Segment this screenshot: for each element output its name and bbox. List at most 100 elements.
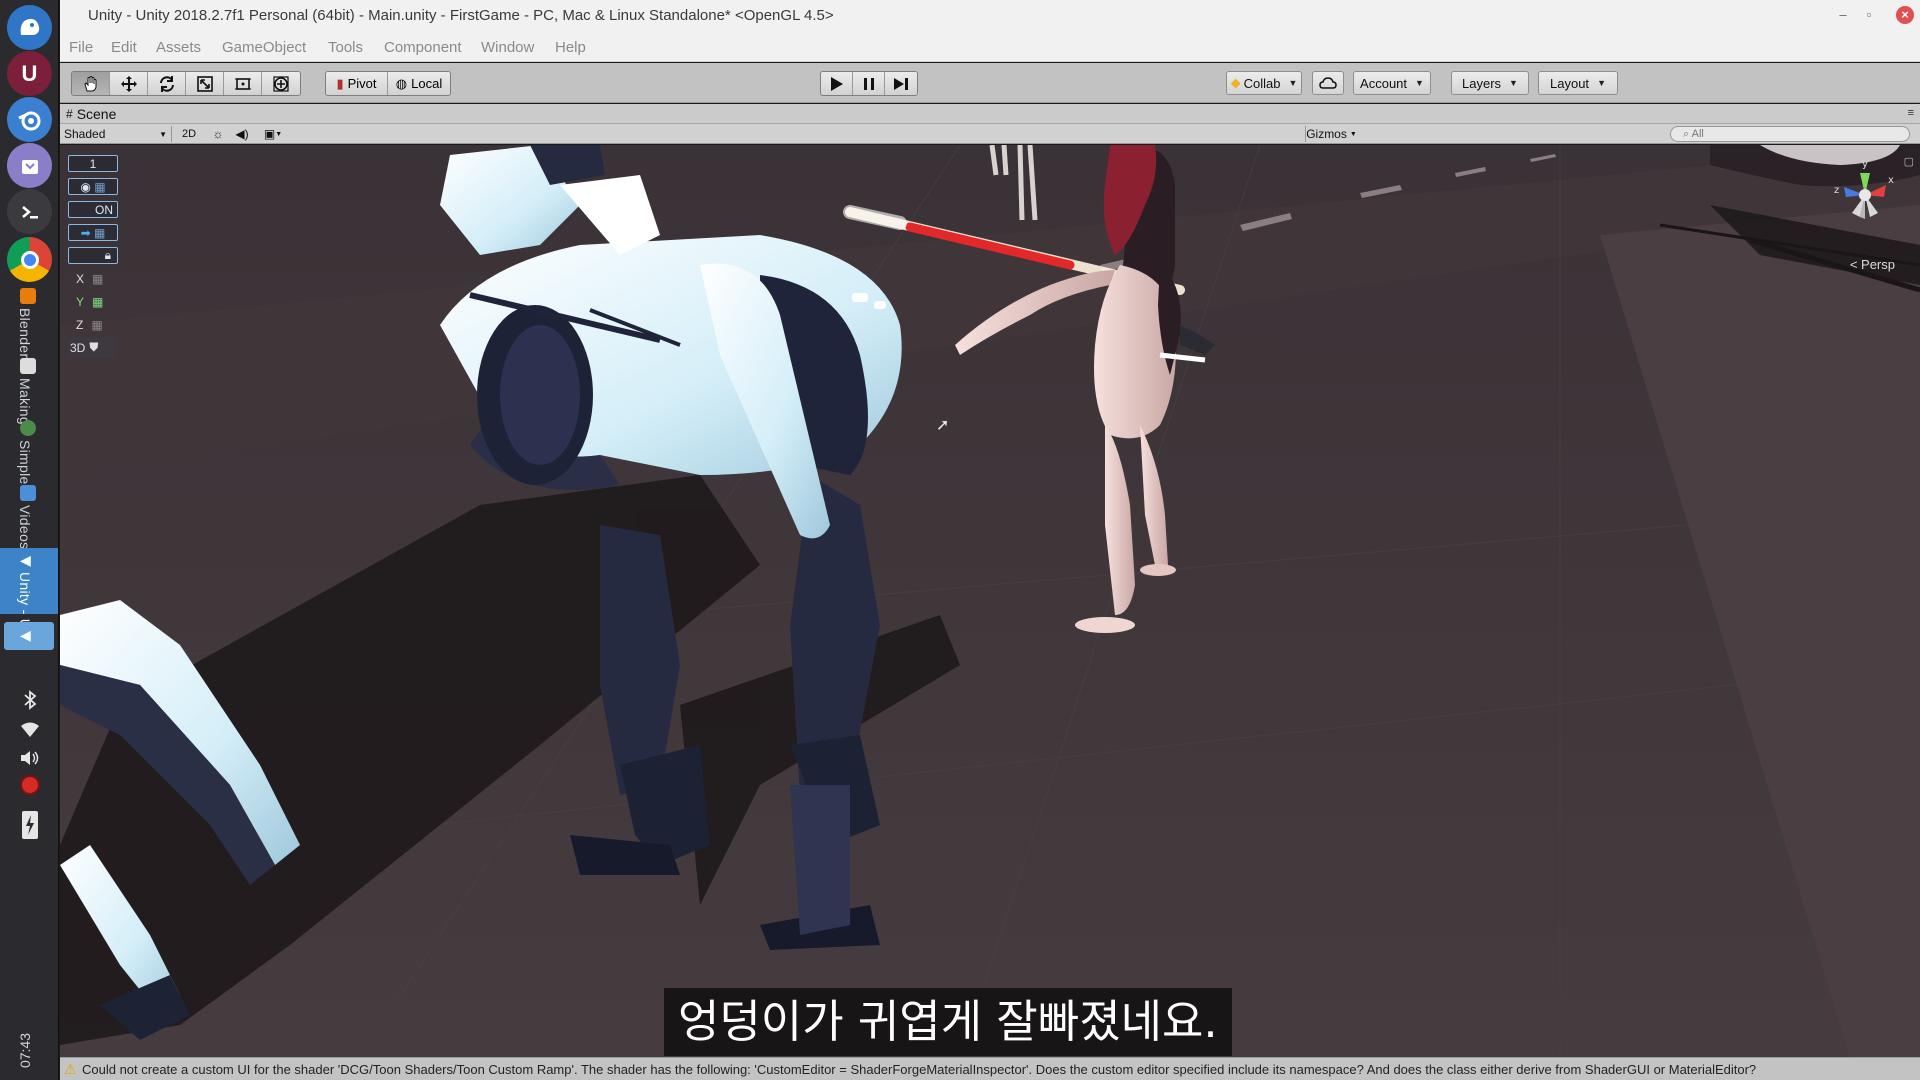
persp-label: Persp [1861, 257, 1895, 272]
rotate-tool-icon[interactable] [148, 72, 186, 95]
pivot-label: Pivot [347, 76, 377, 91]
menu-edit[interactable]: Edit [111, 39, 137, 56]
menu-component[interactable]: Component [384, 39, 462, 56]
scene-tab-label: Scene [76, 106, 117, 122]
dock-label-making[interactable]: Making [17, 378, 33, 425]
gizmo-z-label: z [1834, 185, 1839, 196]
tab-menu-icon[interactable]: ≡ [1908, 107, 1914, 119]
power-icon[interactable] [18, 808, 42, 842]
axis-y-row[interactable]: Y ▦ [68, 291, 120, 312]
grid-icon: ▦ [92, 294, 104, 309]
menu-tools[interactable]: Tools [328, 39, 363, 56]
menu-file[interactable]: File [69, 39, 93, 56]
layer-number-box[interactable]: 1 [68, 155, 118, 172]
gizmos-label: Gizmos [1306, 127, 1347, 141]
record-icon[interactable] [18, 773, 42, 797]
close-button[interactable]: × [1896, 6, 1914, 24]
dock-label-videos[interactable]: Videos [17, 505, 33, 549]
cloud-button[interactable] [1312, 71, 1344, 95]
unity-hub-icon[interactable]: U [7, 51, 52, 96]
local-label: Local [411, 76, 443, 91]
cloud-icon [1319, 77, 1337, 89]
shading-mode-dropdown[interactable]: Shaded ▼ [60, 126, 172, 142]
lock-toggle[interactable]: 🔒︎ [68, 247, 118, 264]
scene-search-input[interactable]: ⌕ All [1670, 126, 1910, 142]
layers-dropdown[interactable]: Layers ▼ [1451, 71, 1529, 95]
minimize-button[interactable]: – [1834, 6, 1852, 24]
menu-gameobject[interactable]: GameObject [222, 39, 306, 56]
scene-lock-icon[interactable]: ▢ [1904, 155, 1914, 168]
warning-icon: ⚠ [64, 1061, 77, 1077]
account-dropdown[interactable]: Account ▼ [1353, 71, 1431, 95]
effects-toggle-icon[interactable]: ▣ ▼ [260, 126, 286, 142]
menu-bar: File Edit Assets GameObject Tools Compon… [60, 32, 1920, 62]
scene-view[interactable]: 1 ◉ ▦ ON ➡ ▦ 🔒︎ X ▦ Y ▦ Z ▦ 3D ⛊ y z x < Per… [60, 145, 1920, 1057]
dock-label-blender[interactable]: Blender [17, 308, 33, 358]
pause-icon[interactable] [853, 72, 885, 95]
grid-icon: ▦ [91, 317, 103, 332]
tab-scene[interactable]: # Scene [66, 106, 116, 122]
scene-tab-bar: # Scene ≡ [60, 104, 1920, 124]
volume-icon[interactable] [18, 746, 42, 770]
wifi-icon[interactable] [18, 718, 42, 742]
mouse-cursor-icon: ➚ [936, 417, 950, 434]
scene-grid-icon: # [66, 107, 73, 121]
gizmo-y-label: y [1862, 159, 1868, 170]
lock-icon: 🔒︎ [104, 248, 111, 262]
blender-window-icon [20, 288, 36, 304]
scale-tool-icon[interactable] [186, 72, 224, 95]
dock-active-unity[interactable]: ◀ Unity - U [0, 548, 58, 629]
axis-x-label: X [76, 271, 85, 286]
pivot-button[interactable]: ▮ Pivot [326, 72, 388, 95]
layout-dropdown[interactable]: Layout ▼ [1538, 71, 1618, 95]
dock-label-simple[interactable]: Simple [17, 440, 33, 485]
window-titlebar: Unity - Unity 2018.2.7f1 Personal (64bit… [60, 0, 1920, 32]
scene-render [60, 145, 1920, 1057]
menu-window[interactable]: Window [481, 39, 534, 56]
status-bar[interactable]: ⚠ Could not create a custom UI for the s… [60, 1057, 1920, 1080]
step-icon[interactable] [885, 72, 917, 95]
axis-gizmo-icon: y z x [1834, 159, 1894, 219]
terminal-icon[interactable] [7, 189, 52, 234]
pivot-icon: ▮ [336, 75, 344, 91]
chevron-left-icon: < [1849, 257, 1858, 272]
gizmo-x-label: x [1888, 175, 1894, 186]
snap-toggle[interactable]: ➡ ▦ [68, 224, 118, 241]
lighting-toggle-icon[interactable]: ☼ [208, 126, 228, 142]
hand-tool-icon[interactable] [72, 72, 110, 95]
move-tool-icon[interactable] [110, 72, 148, 95]
shading-mode-label: Shaded [64, 127, 106, 141]
chevron-down-icon: ▼ [1349, 130, 1357, 138]
arrow-right-icon: ➡ [80, 225, 91, 240]
store-icon[interactable] [7, 143, 52, 188]
maximize-button[interactable]: ▫ [1860, 6, 1878, 24]
chevron-down-icon: ▼ [1509, 78, 1518, 88]
dock-unity-launcher[interactable]: ◀ [4, 622, 54, 650]
audio-toggle-icon[interactable]: ◀) [232, 126, 252, 142]
gizmos-dropdown[interactable]: Gizmos ▼ [1305, 126, 1357, 142]
play-icon[interactable] [821, 72, 853, 95]
playmode-controls [820, 71, 918, 96]
dock-label-unity: Unity - U [17, 572, 33, 630]
local-button[interactable]: ◍ Local [388, 72, 450, 95]
menu-assets[interactable]: Assets [156, 39, 201, 56]
axis-z-row[interactable]: Z ▦ [68, 314, 120, 335]
blender-icon[interactable] [7, 97, 52, 142]
menu-help[interactable]: Help [555, 39, 586, 56]
persp-toggle[interactable]: < Persp [1850, 257, 1895, 272]
collab-button[interactable]: ◆ Collab ▼ [1226, 71, 1302, 95]
eye-icon: ◉ [80, 179, 91, 194]
chevron-down-icon: ▼ [159, 129, 167, 139]
layers-label: Layers [1462, 75, 1502, 91]
app-launcher-icon[interactable] [7, 5, 52, 50]
axis-x-row[interactable]: X ▦ [68, 268, 120, 289]
2d-toggle[interactable]: 2D [178, 126, 200, 142]
bluetooth-icon[interactable] [18, 688, 42, 712]
on-toggle[interactable]: ON [68, 201, 118, 218]
rect-tool-icon[interactable] [224, 72, 262, 95]
transform-tool-icon[interactable] [262, 72, 300, 95]
visibility-toggle[interactable]: ◉ ▦ [68, 178, 118, 195]
document-window-icon [20, 358, 36, 374]
mode-3d-row[interactable]: 3D ⛊ [68, 337, 116, 358]
chrome-icon[interactable] [7, 237, 52, 282]
